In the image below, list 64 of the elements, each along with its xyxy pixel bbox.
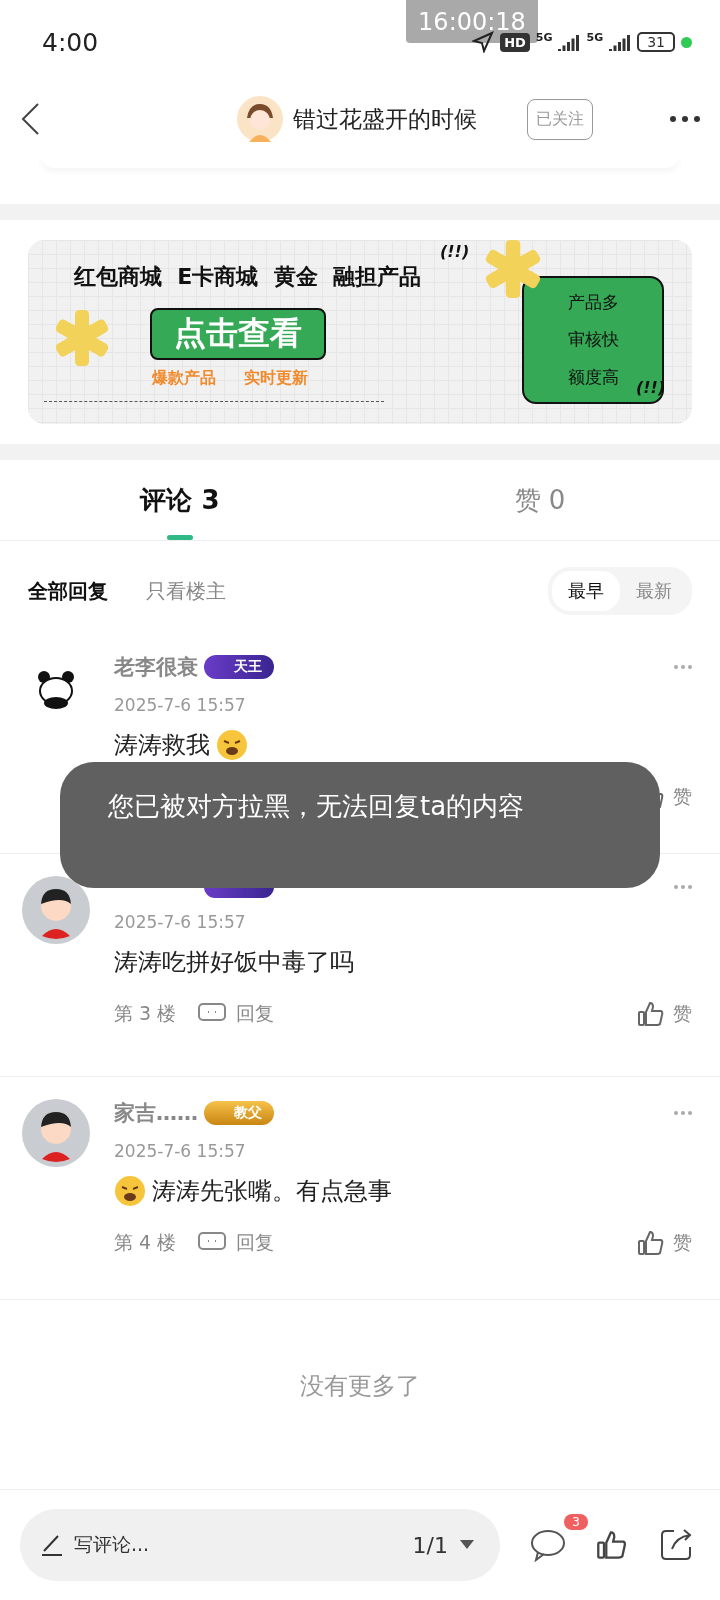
comment-text: 涛涛救我	[114, 730, 210, 761]
page-selector[interactable]: 1/1	[406, 1531, 480, 1559]
floor-number: 第 3 楼	[114, 1001, 177, 1026]
share-button[interactable]	[658, 1527, 694, 1563]
rank-badge: 教父	[204, 1101, 274, 1125]
thumbs-up-icon	[637, 1000, 665, 1028]
comment-time: 2025-7-6 15:57	[114, 695, 247, 715]
feature-text: 审核快	[567, 328, 619, 352]
following-button[interactable]: 已关注	[527, 98, 593, 140]
emoji-icon	[114, 1175, 146, 1207]
status-dot	[681, 36, 692, 48]
like-button[interactable]	[596, 1529, 628, 1561]
banner-headline: 红包商城 E卡商城 黄金 融担产品	[74, 263, 421, 291]
more-icon[interactable]	[670, 116, 700, 122]
comment-count-badge: 3	[564, 1514, 588, 1530]
sort-option[interactable]: 最新	[620, 571, 688, 611]
like-button[interactable]: 赞	[637, 1000, 692, 1028]
signal-icon	[609, 33, 632, 51]
asterisk-icon	[54, 310, 110, 366]
rank-badge: 天王	[204, 655, 274, 679]
like-button[interactable]: 赞	[637, 1229, 692, 1257]
asterisk-icon	[484, 240, 542, 298]
location-icon	[472, 31, 495, 53]
exclaim-mark: (!!)	[440, 242, 470, 261]
feature-text: 额度高	[567, 365, 619, 389]
commenter-name: 家吉……	[114, 1100, 198, 1127]
signal-icon	[558, 33, 581, 51]
avatar[interactable]	[237, 96, 283, 142]
comment-input[interactable]: 写评论... 1/1	[20, 1509, 500, 1581]
avatar[interactable]	[22, 876, 90, 944]
user-name: 错过花盛开的时候	[293, 104, 477, 134]
blocked-toast: 您已被对方拉黑，无法回复ta的内容	[60, 762, 660, 888]
avatar[interactable]	[22, 1099, 90, 1167]
tab[interactable]: 赞 0	[360, 460, 720, 540]
commenter-name: 老李很衰	[114, 654, 198, 681]
thumbs-up-icon	[637, 1229, 665, 1257]
emoji-icon	[216, 729, 248, 761]
feature-text: 产品多	[567, 291, 619, 315]
filter-option[interactable]: 全部回复	[28, 577, 108, 605]
view-button[interactable]: 点击查看	[150, 308, 326, 360]
reply-button[interactable]: 回复	[198, 1001, 275, 1027]
network-type: 5G	[535, 31, 553, 44]
comments-button[interactable]	[530, 1528, 566, 1562]
battery-indicator: 31	[637, 32, 675, 52]
banner-tag: 实时更新	[244, 368, 308, 389]
reply-button[interactable]: 回复	[198, 1230, 275, 1256]
pencil-icon	[40, 1533, 64, 1557]
comment-text: 涛涛吃拼好饭中毒了吗	[114, 947, 354, 978]
comment-text: 涛涛先张嘴。有点急事	[152, 1176, 392, 1207]
share-icon	[658, 1527, 694, 1563]
thumbs-up-icon	[596, 1529, 628, 1561]
tab[interactable]: 评论 3	[0, 460, 360, 540]
comment-time: 2025-7-6 15:57	[114, 912, 247, 932]
dropdown-icon	[460, 1540, 474, 1550]
clock: 4:00	[42, 27, 100, 57]
floor-number: 第 4 楼	[114, 1230, 177, 1255]
end-of-list-text: 没有更多了	[300, 1371, 420, 1402]
banner-tag: 爆款产品	[152, 368, 216, 389]
sort-option[interactable]: 最早	[552, 571, 620, 611]
network-type: 5G	[586, 31, 604, 44]
back-icon[interactable]	[20, 102, 40, 136]
comment-icon	[530, 1528, 566, 1562]
filter-option[interactable]: 只看楼主	[146, 577, 226, 605]
comment-time: 2025-7-6 15:57	[114, 1141, 247, 1161]
